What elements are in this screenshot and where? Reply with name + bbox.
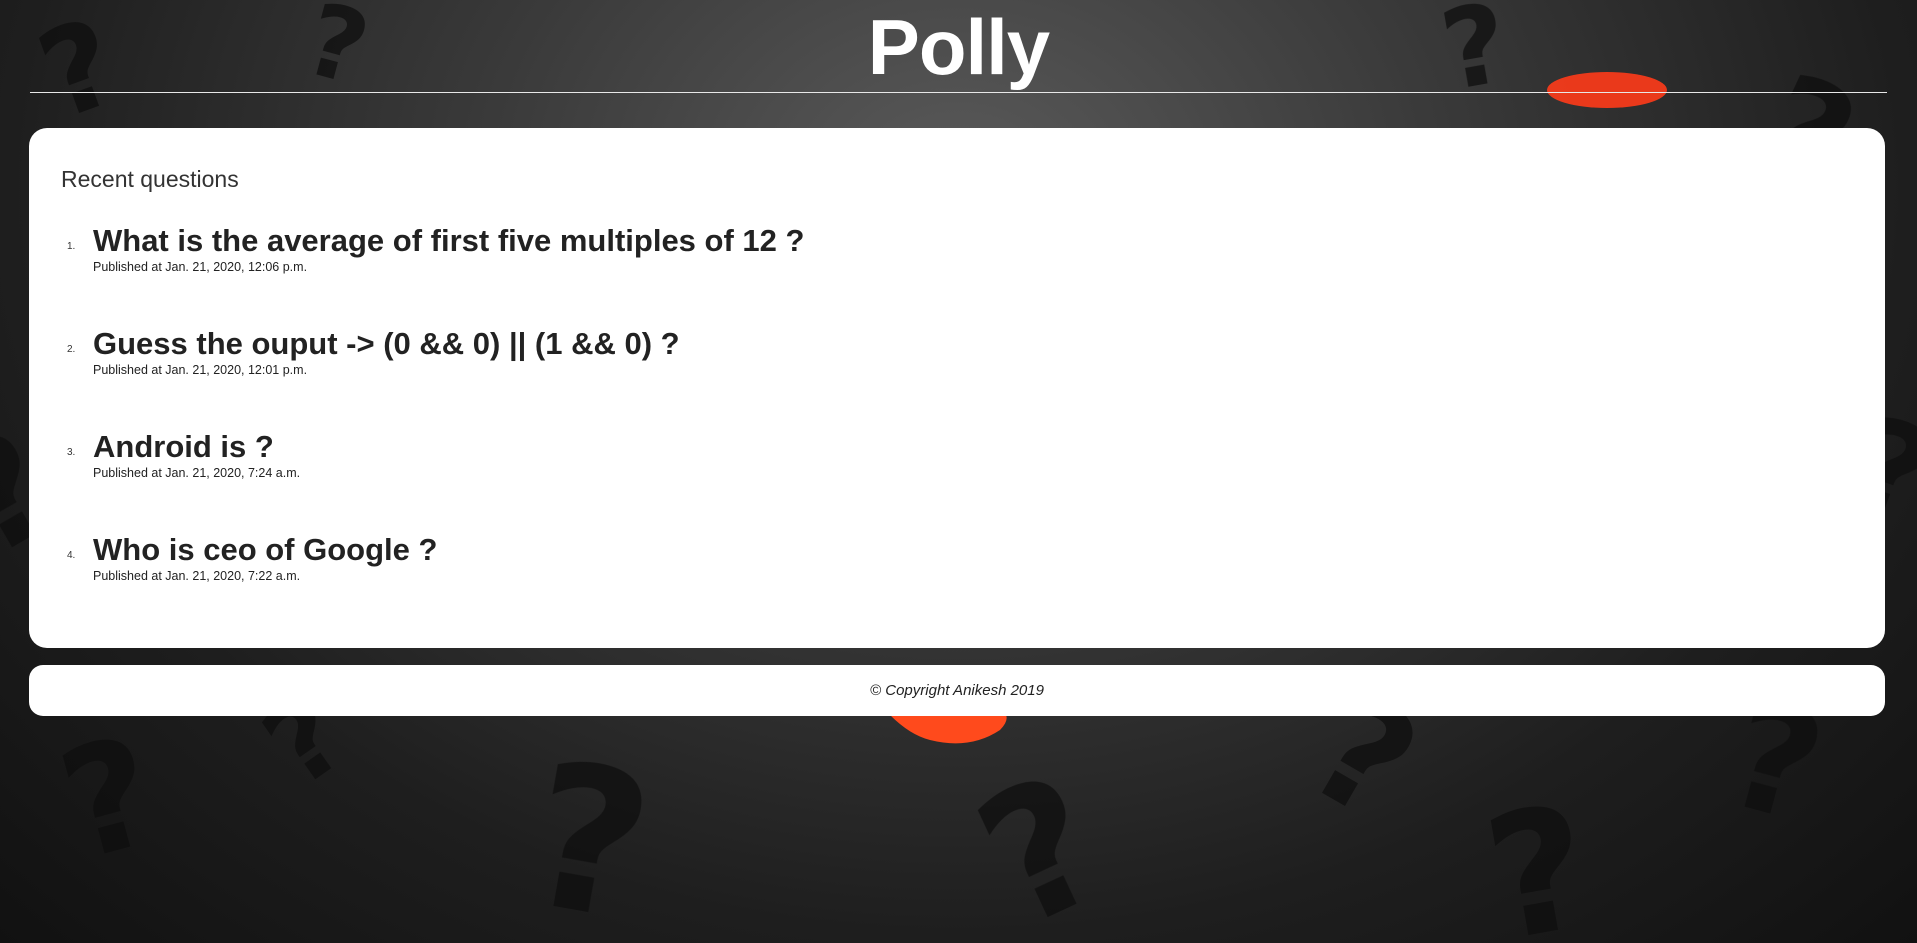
question-link[interactable]: Guess the ouput -> (0 && 0) || (1 && 0) …: [93, 326, 680, 362]
svg-text:?: ?: [512, 718, 667, 943]
recent-questions-card: Recent questions 1. What is the average …: [29, 128, 1885, 648]
question-published-date: Published at Jan. 21, 2020, 7:22 a.m.: [93, 569, 301, 583]
question-body: Who is ceo of Google ? Published at Jan.…: [93, 532, 437, 583]
question-item: 2. Guess the ouput -> (0 && 0) || (1 && …: [61, 326, 1853, 429]
svg-text:?: ?: [950, 735, 1133, 943]
question-number: 4.: [67, 550, 76, 561]
question-body: What is the average of first five multip…: [93, 223, 804, 274]
question-body: Guess the ouput -> (0 && 0) || (1 && 0) …: [93, 326, 680, 377]
copyright-text: © Copyright Anikesh 2019: [870, 682, 1044, 699]
question-published-date: Published at Jan. 21, 2020, 12:06 p.m.: [93, 260, 308, 274]
svg-text:?: ?: [44, 704, 173, 895]
question-number: 3.: [67, 447, 76, 458]
site-header: Polly: [30, 0, 1887, 93]
question-number: 2.: [67, 344, 76, 355]
section-title: Recent questions: [61, 166, 239, 192]
site-footer: © Copyright Anikesh 2019: [29, 665, 1885, 716]
question-published-date: Published at Jan. 21, 2020, 7:24 a.m.: [93, 466, 301, 480]
question-published-date: Published at Jan. 21, 2020, 12:01 p.m.: [93, 363, 308, 377]
question-link[interactable]: Who is ceo of Google ?: [93, 532, 437, 568]
question-item: 3. Android is ? Published at Jan. 21, 20…: [61, 429, 1853, 532]
site-title[interactable]: Polly: [30, 0, 1887, 90]
question-item: 4. Who is ceo of Google ? Published at J…: [61, 532, 1853, 635]
question-link[interactable]: Android is ?: [93, 429, 300, 465]
question-item: 1. What is the average of first five mul…: [61, 223, 1853, 326]
svg-text:?: ?: [1473, 768, 1605, 943]
question-list: 1. What is the average of first five mul…: [61, 223, 1853, 635]
question-body: Android is ? Published at Jan. 21, 2020,…: [93, 429, 300, 480]
page: Polly Recent questions 1. What is the av…: [0, 0, 1917, 716]
question-number: 1.: [67, 241, 76, 252]
question-link[interactable]: What is the average of first five multip…: [93, 223, 804, 259]
